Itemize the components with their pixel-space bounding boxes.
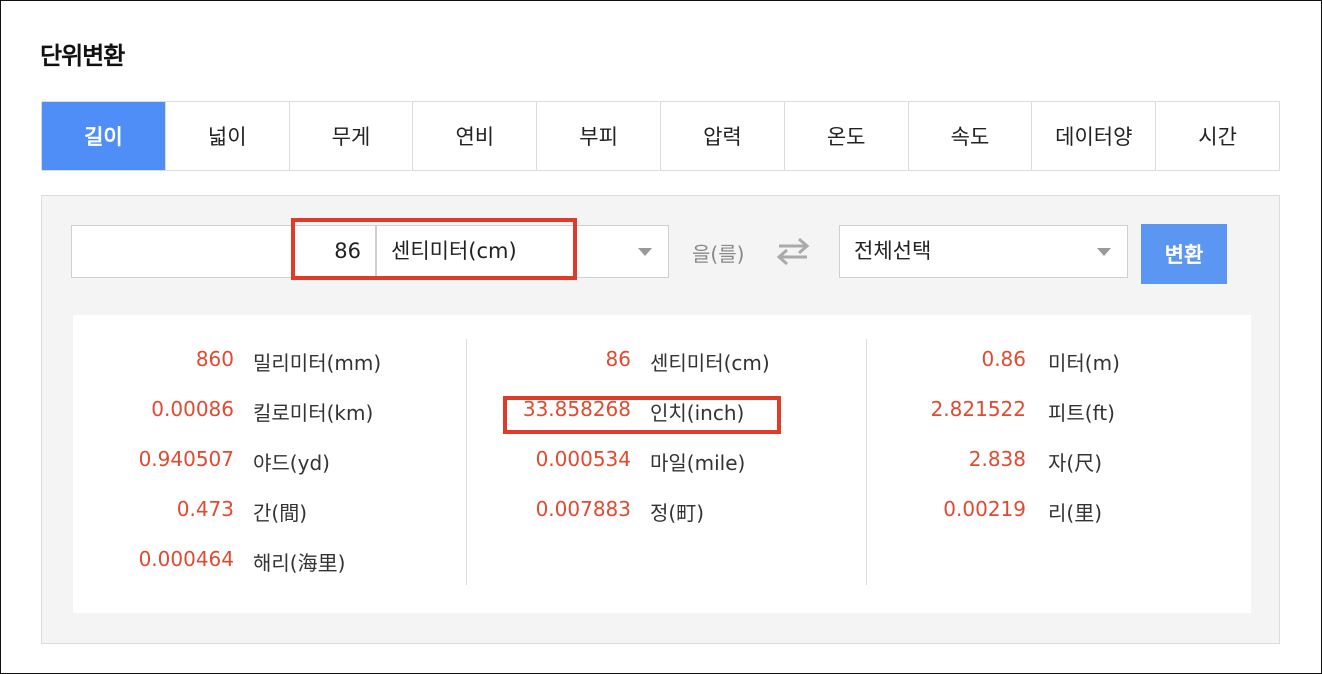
unit-category-tabs: 길이 넓이 무게 연비 부피 압력 온도 속도 데이터양 시간 [41, 101, 1280, 171]
to-unit-select[interactable]: 전체선택 [839, 225, 1128, 278]
result-value: 0.000534 [535, 447, 631, 471]
result-unit: 야드(yd) [253, 451, 330, 475]
result-unit: 미터(m) [1048, 351, 1120, 375]
result-value: 0.00219 [943, 497, 1026, 521]
result-value: 860 [195, 347, 234, 371]
list-item: 2.838 자(尺) [867, 447, 1251, 477]
result-value: 86 [605, 347, 631, 371]
results-panel: 860 밀리미터(mm) 0.00086 킬로미터(km) 0.940507 야… [73, 315, 1251, 613]
tab-fuel-economy[interactable]: 연비 [412, 102, 537, 170]
tab-length[interactable]: 길이 [42, 102, 165, 170]
result-value: 0.00086 [151, 397, 234, 421]
result-unit: 정(町) [650, 501, 705, 525]
tab-temperature[interactable]: 온도 [783, 102, 908, 170]
object-particle: 을(를) [692, 242, 745, 266]
result-unit: 밀리미터(mm) [253, 351, 382, 375]
convert-button[interactable]: 변환 [1141, 224, 1227, 284]
result-value: 0.000464 [138, 547, 234, 571]
list-item: 0.86 미터(m) [867, 347, 1251, 377]
list-item: 0.00219 리(里) [867, 497, 1251, 527]
list-item: 0.000534 마일(mile) [467, 447, 867, 477]
list-item: 2.821522 피트(ft) [867, 397, 1251, 427]
result-value: 33.858268 [522, 397, 631, 421]
tab-pressure[interactable]: 압력 [659, 102, 784, 170]
result-unit: 리(里) [1048, 501, 1103, 525]
result-unit: 해리(海里) [253, 551, 346, 575]
list-item: 33.858268 인치(inch) [467, 397, 867, 427]
chevron-down-icon [1097, 248, 1111, 256]
list-item: 0.473 간(間) [73, 497, 463, 527]
result-unit: 인치(inch) [650, 401, 745, 425]
list-item: 0.007883 정(町) [467, 497, 867, 527]
tab-weight[interactable]: 무게 [288, 102, 413, 170]
result-unit: 센티미터(cm) [650, 351, 770, 375]
result-unit: 마일(mile) [650, 451, 746, 475]
result-value: 2.821522 [930, 397, 1026, 421]
result-unit: 피트(ft) [1048, 401, 1115, 425]
from-unit-select[interactable]: 센티미터(cm) [376, 225, 669, 278]
result-unit: 자(尺) [1048, 451, 1103, 475]
list-item: 0.940507 야드(yd) [73, 447, 463, 477]
to-unit-label: 전체선택 [854, 239, 932, 263]
result-value: 0.473 [176, 497, 234, 521]
tab-volume[interactable]: 부피 [536, 102, 660, 170]
result-value: 0.940507 [138, 447, 234, 471]
list-item: 860 밀리미터(mm) [73, 347, 463, 377]
swap-arrows-icon[interactable] [775, 236, 811, 266]
list-item: 86 센티미터(cm) [467, 347, 867, 377]
from-unit-label: 센티미터(cm) [391, 239, 517, 263]
chevron-down-icon [638, 248, 652, 256]
result-value: 0.86 [981, 347, 1026, 371]
tab-time[interactable]: 시간 [1155, 102, 1279, 170]
result-unit: 간(間) [253, 501, 308, 525]
result-value: 0.007883 [535, 497, 631, 521]
tab-area[interactable]: 넓이 [164, 102, 289, 170]
tab-data-size[interactable]: 데이터양 [1031, 102, 1156, 170]
results-column-1: 860 밀리미터(mm) 0.00086 킬로미터(km) 0.940507 야… [73, 315, 463, 613]
list-item: 0.00086 킬로미터(km) [73, 397, 463, 427]
results-column-3: 0.86 미터(m) 2.821522 피트(ft) 2.838 자(尺) 0.… [867, 315, 1251, 613]
tab-speed[interactable]: 속도 [907, 102, 1032, 170]
result-value: 2.838 [968, 447, 1026, 471]
list-item: 0.000464 해리(海里) [73, 547, 463, 577]
page-title: 단위변환 [40, 42, 125, 70]
result-unit: 킬로미터(km) [253, 401, 374, 425]
value-input[interactable]: 86 [71, 225, 376, 278]
results-column-2: 86 센티미터(cm) 33.858268 인치(inch) 0.000534 … [467, 315, 867, 613]
